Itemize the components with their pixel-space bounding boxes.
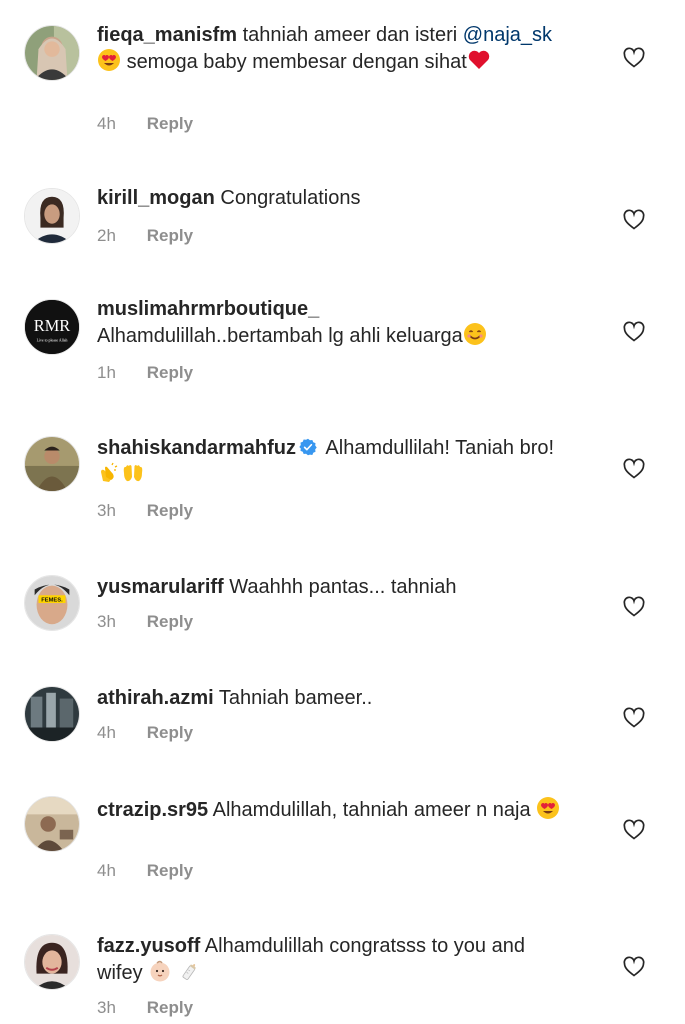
baby-bottle-emoji-icon bbox=[182, 963, 196, 980]
avatar-photo bbox=[25, 189, 79, 243]
comment-body: Alhamdulillah..bertambah lg ahli keluarg… bbox=[97, 325, 463, 347]
heart-outline-icon[interactable] bbox=[622, 320, 646, 344]
comment-username[interactable]: yusmarulariff bbox=[97, 576, 224, 598]
comment-time: 4h bbox=[97, 861, 116, 880]
comment-text: fazz.yusoff Alhamdulillah congratsss to … bbox=[97, 933, 567, 986]
comment-text: fieqa_manisfm tahniah ameer dan isteri @… bbox=[97, 22, 567, 75]
comment-body: Tahniah bameer.. bbox=[218, 687, 373, 709]
heart-outline-icon[interactable] bbox=[622, 208, 646, 232]
comment-meta: 4h Reply bbox=[97, 861, 193, 881]
comment-username[interactable]: fieqa_manisfm bbox=[97, 24, 237, 46]
comment-username[interactable]: shahiskandarmahfuz bbox=[97, 437, 296, 459]
reply-button[interactable]: Reply bbox=[147, 861, 193, 880]
reply-button[interactable]: Reply bbox=[147, 723, 193, 742]
heart-outline-icon[interactable] bbox=[622, 706, 646, 730]
comment-body: Alhamdulillah, tahniah ameer n naja bbox=[212, 799, 531, 821]
comment-body: tahniah ameer dan isteri bbox=[242, 24, 458, 46]
heart-outline-icon[interactable] bbox=[622, 46, 646, 70]
comment-time: 3h bbox=[97, 612, 116, 631]
avatar-photo bbox=[25, 797, 79, 851]
mention-link[interactable]: @naja_sk bbox=[463, 24, 552, 46]
comment-meta: 3h Reply bbox=[97, 998, 193, 1018]
heart-outline-icon[interactable] bbox=[622, 595, 646, 619]
verified-badge-icon bbox=[299, 438, 317, 456]
comment-body: semoga baby membesar dengan sihat bbox=[126, 51, 467, 73]
comment-meta: 1h Reply bbox=[97, 363, 193, 383]
reply-button[interactable]: Reply bbox=[147, 998, 193, 1017]
reply-button[interactable]: Reply bbox=[147, 114, 193, 133]
reply-button[interactable]: Reply bbox=[147, 226, 193, 245]
comment-username[interactable]: kirill_mogan bbox=[97, 187, 215, 209]
comment-text: muslimahrmrboutique_ Alhamdulillah..bert… bbox=[97, 296, 567, 349]
heart-outline-icon[interactable] bbox=[622, 457, 646, 481]
comment-meta: 4h Reply bbox=[97, 114, 193, 134]
comment-meta: 3h Reply bbox=[97, 612, 193, 632]
avatar[interactable] bbox=[24, 25, 80, 81]
comment-text: athirah.azmi Tahniah bameer.. bbox=[97, 685, 567, 711]
comment-username[interactable]: athirah.azmi bbox=[97, 687, 214, 709]
comment-time: 1h bbox=[97, 363, 116, 382]
comment-time: 3h bbox=[97, 998, 116, 1017]
baby-emoji-icon bbox=[150, 960, 170, 982]
avatar-logo: RMR Live to please Allah bbox=[25, 300, 79, 354]
avatar-photo bbox=[25, 437, 79, 491]
comment-body: Congratulations bbox=[220, 187, 361, 209]
comment-body: Waahhh pantas... tahniah bbox=[229, 576, 457, 598]
red-heart-emoji-icon bbox=[468, 50, 489, 69]
comment-time: 4h bbox=[97, 723, 116, 742]
heart-outline-icon[interactable] bbox=[622, 955, 646, 979]
comment-meta: 2h Reply bbox=[97, 226, 193, 246]
comment-time: 4h bbox=[97, 114, 116, 133]
heart-eyes-emoji-icon bbox=[98, 49, 120, 71]
comment-username[interactable]: ctrazip.sr95 bbox=[97, 799, 208, 821]
avatar[interactable] bbox=[24, 188, 80, 244]
avatar-badge-text: FEMES. bbox=[41, 598, 63, 604]
smiling-emoji-icon bbox=[463, 323, 486, 345]
avatar[interactable] bbox=[24, 796, 80, 852]
avatar-logo-text: RMR bbox=[34, 316, 70, 335]
heart-outline-icon[interactable] bbox=[622, 818, 646, 842]
avatar-photo: FEMES. bbox=[25, 576, 79, 630]
avatar-tagline-text: Live to please Allah bbox=[37, 338, 68, 342]
comment-text: yusmarulariff Waahhh pantas... tahniah bbox=[97, 574, 567, 600]
comment-time: 3h bbox=[97, 501, 116, 520]
reply-button[interactable]: Reply bbox=[147, 363, 193, 382]
comment-username[interactable]: fazz.yusoff bbox=[97, 935, 200, 957]
comment-text: shahiskandarmahfuz Alhamdullilah! Taniah… bbox=[97, 435, 567, 488]
comment-time: 2h bbox=[97, 226, 116, 245]
avatar[interactable] bbox=[24, 934, 80, 990]
avatar[interactable]: FEMES. bbox=[24, 575, 80, 631]
avatar[interactable] bbox=[24, 436, 80, 492]
avatar[interactable] bbox=[24, 686, 80, 742]
clapping-hands-emoji-icon bbox=[101, 462, 118, 482]
comment-text: ctrazip.sr95 Alhamdulillah, tahniah amee… bbox=[97, 796, 567, 823]
comment-body: Alhamdullilah! Taniah bro! bbox=[325, 437, 555, 459]
open-hands-emoji-icon bbox=[123, 465, 143, 482]
avatar-photo bbox=[25, 935, 79, 989]
reply-button[interactable]: Reply bbox=[147, 612, 193, 631]
comment-text: kirill_mogan Congratulations bbox=[97, 185, 567, 211]
avatar-photo bbox=[25, 687, 79, 741]
avatar-photo bbox=[25, 26, 79, 80]
avatar[interactable]: RMR Live to please Allah bbox=[24, 299, 80, 355]
heart-eyes-emoji-icon bbox=[537, 797, 560, 819]
comment-meta: 4h Reply bbox=[97, 723, 193, 743]
comment-username[interactable]: muslimahrmrboutique_ bbox=[97, 298, 319, 320]
comment-meta: 3h Reply bbox=[97, 501, 193, 521]
reply-button[interactable]: Reply bbox=[147, 501, 193, 520]
